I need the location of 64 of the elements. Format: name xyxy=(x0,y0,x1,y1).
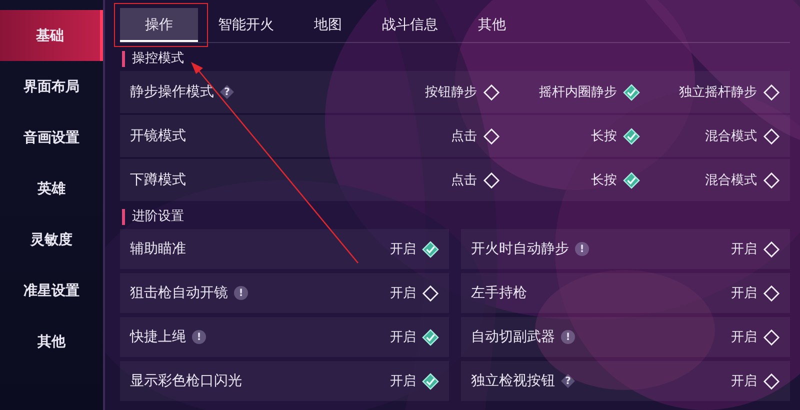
option-label: 开启 xyxy=(731,373,757,390)
checkbox[interactable] xyxy=(763,328,780,346)
sidebar-item[interactable]: 英雄 xyxy=(0,163,103,214)
option-label: 按钮静步 xyxy=(425,84,477,101)
option-label: 独立摇杆静步 xyxy=(679,84,757,101)
setting-label: 快捷上绳 xyxy=(130,328,186,346)
setting-label: 显示彩色枪口闪光 xyxy=(130,372,242,390)
setting-label: 静步操作模式 xyxy=(130,83,214,101)
tab[interactable]: 地图 xyxy=(294,8,362,42)
option-label: 开启 xyxy=(390,285,416,302)
setting-label: 自动切副武器 xyxy=(471,328,555,346)
checkbox[interactable] xyxy=(763,84,780,100)
checkbox[interactable] xyxy=(763,284,780,302)
checkbox[interactable] xyxy=(763,240,780,258)
option-label: 长按 xyxy=(591,128,617,145)
option-label: 摇杆内圈静步 xyxy=(539,84,617,101)
checkbox[interactable] xyxy=(763,128,780,144)
info-icon[interactable]: ! xyxy=(234,286,248,300)
setting-label: 左手持枪 xyxy=(471,284,527,302)
checkbox[interactable] xyxy=(623,84,640,100)
checkbox[interactable] xyxy=(422,284,439,302)
sidebar-item[interactable]: 界面布局 xyxy=(0,61,103,112)
info-icon[interactable]: ! xyxy=(575,242,589,256)
option-label: 开启 xyxy=(731,241,757,258)
option-label: 点击 xyxy=(451,128,477,145)
help-icon[interactable]: ? xyxy=(561,374,575,388)
checkbox[interactable] xyxy=(422,372,439,390)
tab[interactable]: 智能开火 xyxy=(198,8,294,42)
info-icon[interactable]: ! xyxy=(561,330,575,344)
option-label: 开启 xyxy=(731,285,757,302)
help-icon[interactable]: ? xyxy=(220,85,234,99)
checkbox[interactable] xyxy=(763,372,780,390)
option-label: 开启 xyxy=(731,329,757,346)
option-label: 混合模式 xyxy=(705,128,757,145)
section-title: 进阶设置 xyxy=(122,209,790,225)
checkbox[interactable] xyxy=(422,240,439,258)
option-label: 长按 xyxy=(591,172,617,189)
checkbox[interactable] xyxy=(483,172,500,188)
option-label: 开启 xyxy=(390,329,416,346)
sidebar-item[interactable]: 基础 xyxy=(0,10,103,61)
checkbox[interactable] xyxy=(763,172,780,188)
tab[interactable]: 战斗信息 xyxy=(362,8,458,42)
info-icon[interactable]: ! xyxy=(192,330,206,344)
checkbox[interactable] xyxy=(623,128,640,144)
checkbox[interactable] xyxy=(483,128,500,144)
setting-label: 下蹲模式 xyxy=(130,171,186,189)
tab[interactable]: 操作 xyxy=(120,8,198,42)
tab[interactable]: 其他 xyxy=(458,8,526,42)
sidebar-item[interactable]: 灵敏度 xyxy=(0,214,103,265)
setting-label: 辅助瞄准 xyxy=(130,240,186,258)
setting-label: 开火时自动静步 xyxy=(471,240,569,258)
sidebar-item[interactable]: 音画设置 xyxy=(0,112,103,163)
option-label: 点击 xyxy=(451,172,477,189)
checkbox[interactable] xyxy=(422,328,439,346)
sidebar-item[interactable]: 准星设置 xyxy=(0,265,103,316)
checkbox[interactable] xyxy=(623,172,640,188)
option-label: 开启 xyxy=(390,241,416,258)
option-label: 混合模式 xyxy=(705,172,757,189)
sidebar-item[interactable]: 其他 xyxy=(0,316,103,367)
setting-label: 狙击枪自动开镜 xyxy=(130,284,228,302)
checkbox[interactable] xyxy=(483,84,500,100)
setting-label: 独立检视按钮 xyxy=(471,372,555,390)
setting-label: 开镜模式 xyxy=(130,127,186,145)
option-label: 开启 xyxy=(390,373,416,390)
